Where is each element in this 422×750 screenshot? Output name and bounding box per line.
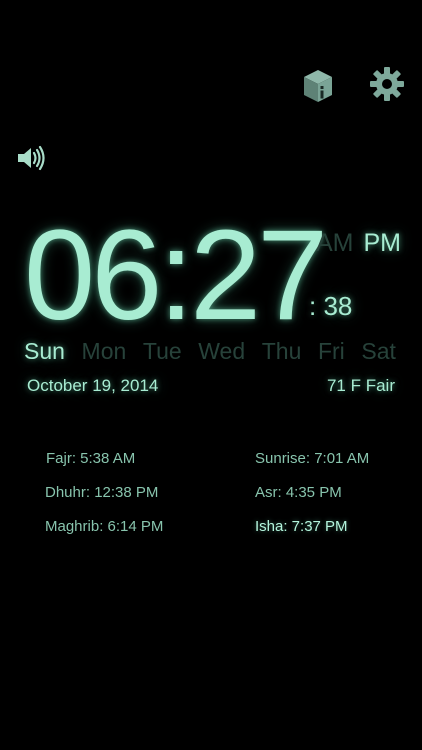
info-box-icon[interactable] (302, 68, 334, 104)
pm-label: PM (363, 229, 402, 257)
weather-readout: 71 F Fair (326, 376, 395, 395)
prayer-isha: Isha: 7:37 PM (255, 518, 348, 535)
weekday-row: Sun Mon Tue Wed Thu Fri Sat (24, 338, 396, 365)
clock-time: 06:27 (24, 204, 328, 347)
prayer-asr: Asr: 4:35 PM (255, 484, 342, 501)
speaker-icon[interactable] (16, 144, 46, 172)
day-fri: Fri (317, 338, 345, 364)
prayer-maghrib: Maghrib: 6:14 PM (45, 518, 164, 535)
am-pm-indicator: AM PM (316, 229, 411, 258)
seconds-separator: : (309, 291, 317, 321)
prayer-sunrise: Sunrise: 7:01 AM (255, 450, 370, 467)
day-wed: Wed (198, 338, 246, 364)
prayer-fajr: Fajr: 5:38 AM (46, 450, 136, 467)
day-sat: Sat (361, 338, 396, 364)
gear-icon[interactable] (369, 66, 405, 102)
clock-seconds: : 38 (309, 291, 352, 322)
prayer-dhuhr: Dhuhr: 12:38 PM (45, 484, 159, 501)
current-date: October 19, 2014 (27, 376, 159, 395)
day-mon: Mon (81, 338, 127, 364)
am-label: AM (316, 229, 354, 257)
day-thu: Thu (261, 338, 302, 364)
seconds-value: 38 (323, 291, 353, 321)
day-sun: Sun (24, 338, 65, 364)
day-tue: Tue (142, 338, 182, 364)
